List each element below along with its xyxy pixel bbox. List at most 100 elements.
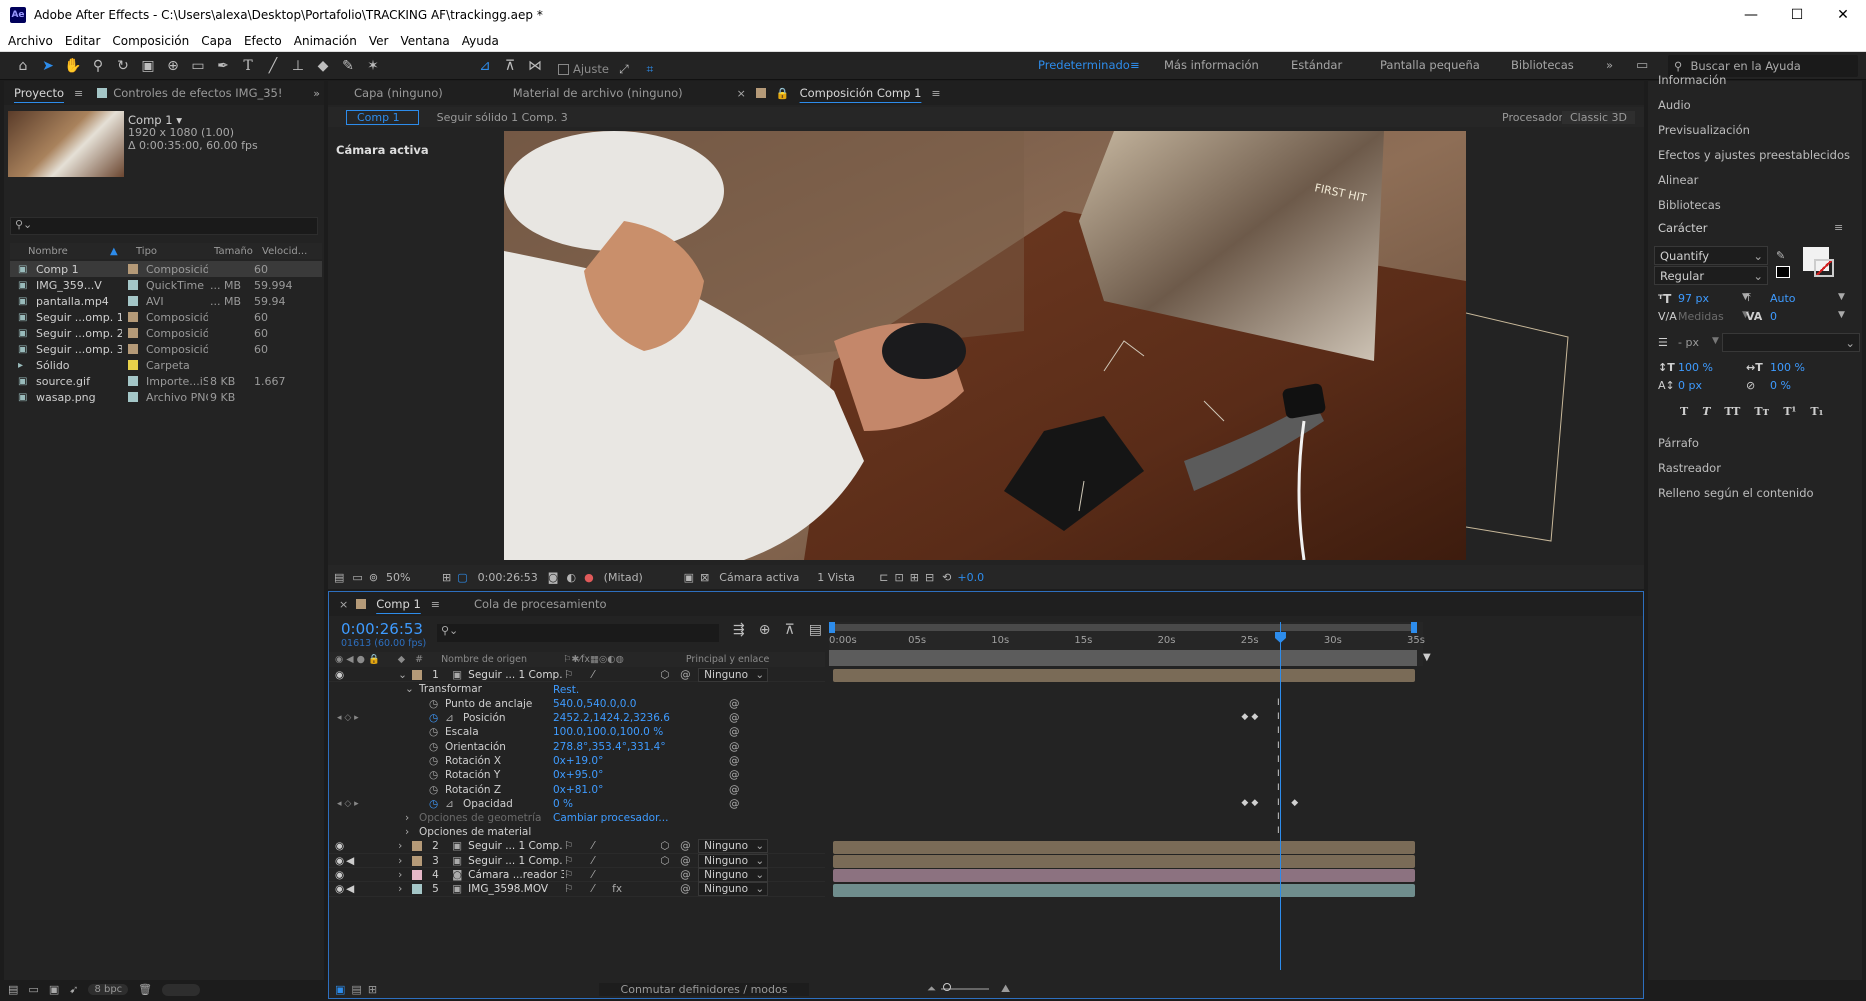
layer-row[interactable]: ◉ › 2 ▣ Seguir ... 1 Comp. 2 ⚐ ⁄ ⬡ @ Ninguno ⌄	[329, 839, 825, 854]
col-velocidad[interactable]: Velocid...	[262, 246, 307, 257]
brush-tool-icon[interactable]: ╱	[262, 55, 284, 77]
more-workspaces-icon[interactable]: »	[1606, 58, 1613, 72]
collapse-switch-icon[interactable]: ⚐	[564, 840, 592, 852]
project-item[interactable]: ▸ Sólido Carpeta	[10, 357, 322, 373]
horizontal-scale-value[interactable]: 100 %	[1770, 361, 1805, 374]
menu-composicion[interactable]: Composición	[112, 34, 189, 48]
expand-chevron-icon[interactable]: ›	[405, 826, 409, 838]
collapse-switch-icon[interactable]: ⚐	[564, 669, 592, 681]
eye-icon[interactable]: ◉	[335, 869, 344, 881]
project-item[interactable]: ▣ Comp 1 Composición 60	[10, 261, 322, 277]
toggle-pixel-aspect-icon[interactable]: ⊏	[879, 571, 888, 584]
zoom-slider-handle[interactable]	[943, 983, 951, 991]
faux-italic-button[interactable]: T	[1702, 405, 1710, 418]
expand-chevron-icon[interactable]: ›	[405, 812, 409, 824]
project-scroll[interactable]	[162, 983, 201, 996]
sort-asc-icon[interactable]: ▲	[110, 246, 128, 257]
new-folder-icon[interactable]: ▭	[28, 983, 38, 996]
stroke-width-value[interactable]: - px	[1678, 336, 1699, 349]
timeline-menu-icon[interactable]: ≡	[431, 598, 440, 611]
clone-stamp-tool-icon[interactable]: ⊥	[287, 55, 309, 77]
parent-dropdown[interactable]: Ninguno ⌄	[698, 867, 769, 882]
renderer-value[interactable]: Classic 3D	[1562, 110, 1636, 124]
fx-switch-icon[interactable]: fx	[612, 883, 680, 895]
type-tool-icon[interactable]: T	[237, 55, 259, 77]
font-style-dropdown[interactable]: Regular ⌄	[1654, 266, 1768, 285]
show-snapshot-icon[interactable]: ◐	[566, 571, 576, 584]
snapshot-camera-icon[interactable]: ◙	[548, 571, 559, 584]
expression-pickwhip-icon[interactable]: @	[729, 712, 740, 724]
home-icon[interactable]: ⌂	[12, 55, 34, 77]
property-row[interactable]: ◂ ◇ ▸ ◷ ⊿ Posición 2452.2,1424.2,3236.6 @	[329, 711, 825, 725]
project-item[interactable]: ▣ Seguir ...omp. 1 Composición 60	[10, 309, 322, 325]
stroke-color-swatch[interactable]	[1814, 259, 1834, 277]
transfer-controls-icon[interactable]: ▤	[351, 983, 361, 996]
workspace-mas-informacion[interactable]: Más información	[1164, 58, 1259, 72]
camera-tool-icon[interactable]: ▣	[137, 55, 159, 77]
property-row[interactable]: ◷ Rotación Z 0x+81.0° @	[329, 782, 825, 796]
baseline-value[interactable]: 0 px	[1678, 379, 1702, 392]
font-family-dropdown[interactable]: Quantify ⌄	[1654, 246, 1768, 265]
reset-transform-button[interactable]: Rest.	[553, 684, 579, 696]
leading-value[interactable]: Auto	[1770, 292, 1796, 305]
project-item[interactable]: ▣ wasap.png Archivo PNG 9 KB	[10, 389, 322, 405]
hand-tool-icon[interactable]: ✋	[62, 55, 84, 77]
parent-dropdown[interactable]: Ninguno ⌄	[698, 667, 769, 682]
layer-switches-icon[interactable]: ▣	[335, 983, 345, 996]
zoom-out-icon[interactable]: ⏶	[927, 982, 936, 996]
eye-icon[interactable]: ◉	[335, 883, 344, 895]
tab-capa[interactable]: Capa (ninguno)	[344, 86, 453, 100]
bit-depth-button[interactable]: 8 bpc	[88, 984, 129, 995]
expression-pickwhip-icon[interactable]: @	[729, 798, 740, 810]
project-item[interactable]: ▣ Seguir ...omp. 2 Composición 60	[10, 325, 322, 341]
character-menu-icon[interactable]: ≡	[1834, 221, 1843, 234]
workspace-bibliotecas[interactable]: Bibliotecas	[1511, 58, 1574, 72]
stopwatch-icon[interactable]: ◷	[429, 698, 438, 710]
playhead[interactable]	[1279, 622, 1281, 970]
expand-chevron-icon[interactable]: ⌄	[398, 669, 408, 681]
world-axis-icon[interactable]: ⊼	[499, 55, 521, 77]
expand-chevron-icon[interactable]: ›	[398, 855, 408, 867]
timeline-icon[interactable]: ⊞	[910, 571, 919, 584]
stopwatch-icon[interactable]: ◷	[429, 798, 438, 810]
keyframe-diamond[interactable]: ◆	[1251, 712, 1258, 722]
small-caps-button[interactable]: Tт	[1754, 405, 1769, 418]
keyframe-diamond[interactable]: ◆	[1241, 712, 1248, 722]
quality-switch-icon[interactable]: ⁄	[592, 869, 612, 881]
col-tamano[interactable]: Tamaño	[214, 246, 262, 257]
property-value[interactable]: 0x+95.0°	[553, 769, 603, 781]
project-item[interactable]: ▣ source.gif Importe...iStill8 KB 1.667	[10, 373, 322, 389]
keyframe-diamond[interactable]: ◆	[1251, 798, 1258, 808]
expression-pickwhip-icon[interactable]: @	[729, 741, 740, 753]
panel-menu-icon[interactable]: ≡	[74, 87, 83, 100]
layer-duration-bar[interactable]	[833, 840, 1415, 854]
camera-dropdown[interactable]: Cámara activa	[719, 571, 809, 584]
quality-switch-icon[interactable]: ⁄	[592, 855, 612, 867]
menu-capa[interactable]: Capa	[201, 34, 232, 48]
right-panel-item[interactable]: Alinear	[1658, 173, 1698, 187]
kerning-value[interactable]: Medidas	[1678, 310, 1724, 323]
vr-mask-icon[interactable]: ⊚	[369, 571, 378, 584]
property-value[interactable]: 0x+19.0°	[553, 755, 603, 767]
fx-switch-icon[interactable]: ⬡	[612, 669, 680, 681]
reset-exposure-icon[interactable]: ⟲	[942, 571, 951, 584]
collapse-switch-icon[interactable]: ⚐	[564, 869, 592, 881]
quality-switch-icon[interactable]: ⁄	[592, 669, 612, 681]
right-panel-item[interactable]: Bibliotecas	[1658, 198, 1721, 212]
fx-switch-icon[interactable]: ⬡	[612, 855, 680, 867]
stopwatch-icon[interactable]: ◷	[429, 784, 438, 796]
delete-icon[interactable]: 🗑	[138, 983, 152, 996]
menu-ventana[interactable]: Ventana	[400, 34, 449, 48]
panel-toggle-icon[interactable]: ▭	[1636, 58, 1648, 73]
stopwatch-icon[interactable]: ◷	[429, 769, 438, 781]
work-area-start[interactable]	[829, 622, 835, 633]
tsume-value[interactable]: 0 %	[1770, 379, 1791, 392]
comp-mini-flowchart-icon[interactable]: ⇶	[733, 622, 745, 638]
expression-pickwhip-icon[interactable]: @	[729, 698, 740, 710]
expand-chevron-icon[interactable]: ›	[398, 869, 408, 881]
faux-bold-button[interactable]: T	[1680, 405, 1688, 418]
property-row[interactable]: ◷ Orientación 278.8°,353.4°,331.4° @	[329, 740, 825, 754]
character-title[interactable]: Carácter	[1658, 221, 1708, 235]
snap-grid-icon[interactable]: ⌗	[639, 58, 661, 80]
pickwhip-icon[interactable]: @	[680, 869, 698, 881]
